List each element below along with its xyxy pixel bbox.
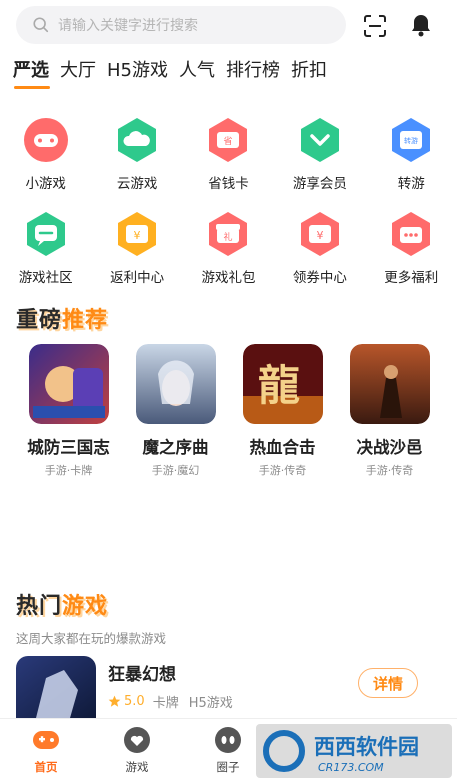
shortcut-mini-game[interactable]: 小游戏	[0, 116, 91, 210]
game-tags: 手游·卡牌	[44, 464, 93, 477]
game-tags: 手游·魔幻	[151, 464, 200, 477]
search-icon	[33, 17, 49, 33]
game-cover-image	[135, 344, 216, 424]
home-gamepad-icon	[33, 731, 59, 749]
shortcut-label: 游戏礼包	[201, 270, 256, 286]
game-heart-icon	[124, 727, 150, 753]
game-name: 热血合击	[249, 438, 316, 457]
tab-ranking[interactable]: 排行榜	[226, 58, 280, 84]
nav-home[interactable]: 首页	[16, 725, 76, 775]
bell-icon[interactable]	[410, 13, 432, 37]
hot-game-meta: 5.0 卡牌 H5游戏	[108, 692, 243, 711]
hot-game-name: 狂暴幻想	[108, 665, 176, 685]
game-cover-image	[28, 344, 109, 424]
search-placeholder: 请输入关键字进行搜索	[58, 18, 198, 34]
shortcut-cloud-game[interactable]: 云游戏	[91, 116, 182, 210]
svg-text:CR173.COM: CR173.COM	[318, 761, 384, 774]
nav-games[interactable]: 游戏	[107, 725, 167, 775]
star-icon	[108, 695, 121, 707]
hot-game-item[interactable]: 狂暴幻想 5.0 卡牌 H5游戏 详情	[16, 656, 441, 718]
gamepad-icon	[23, 118, 68, 162]
shortcut-rebate[interactable]: ¥ 返利中心	[91, 210, 182, 304]
shortcut-gift[interactable]: 礼 游戏礼包	[183, 210, 274, 304]
svg-text:¥: ¥	[316, 229, 323, 242]
game-cover-image	[16, 656, 96, 718]
game-cover-image: 龍	[242, 344, 323, 424]
active-tab-indicator	[14, 86, 50, 89]
shortcut-community[interactable]: 游戏社区	[0, 210, 91, 304]
svg-text:¥: ¥	[134, 229, 141, 242]
coupon-icon: ¥	[300, 212, 339, 256]
game-tag: 卡牌	[152, 696, 179, 711]
game-cover-image	[349, 344, 430, 424]
game-card[interactable]: 魔之序曲 手游·魔幻	[122, 344, 229, 478]
featured-title: 重磅推荐	[16, 308, 109, 333]
svg-text:礼: 礼	[224, 231, 233, 243]
circle-icon	[215, 727, 241, 753]
shortcut-label: 小游戏	[25, 176, 66, 192]
rebate-icon: ¥	[118, 212, 157, 256]
tab-popular[interactable]: 人气	[179, 58, 215, 84]
svg-text:西西软件园: 西西软件园	[314, 735, 419, 759]
shortcut-label: 省钱卡	[208, 176, 249, 192]
tab-dating[interactable]: 大厅	[60, 58, 96, 84]
tab-yanxuan[interactable]: 严选	[13, 58, 49, 84]
shortcut-save-card[interactable]: 省 省钱卡	[183, 116, 274, 210]
scan-icon[interactable]	[363, 14, 387, 38]
gift-icon: 礼	[209, 212, 248, 256]
shortcut-member[interactable]: 游享会员	[274, 116, 365, 210]
game-card[interactable]: 城防三国志 手游·卡牌	[15, 344, 122, 478]
svg-text:省: 省	[224, 135, 233, 147]
game-name: 决战沙邑	[356, 438, 423, 457]
shortcut-label: 云游戏	[116, 176, 158, 192]
category-tabs: 严选 大厅 H5游戏 人气 排行榜 折扣	[13, 58, 338, 84]
game-tag: H5游戏	[188, 696, 233, 711]
shortcut-grid: 小游戏 云游戏 省 省钱卡 游享会员 转游 转游 游戏社区 ¥ 返利中心 礼 游…	[0, 116, 457, 304]
nav-circle[interactable]: 圈子	[198, 725, 258, 775]
shortcut-label: 转游	[397, 176, 425, 192]
shortcut-label: 领券中心	[292, 270, 347, 286]
member-icon	[300, 118, 339, 162]
more-welfare-icon	[392, 212, 431, 256]
tab-discount[interactable]: 折扣	[291, 58, 327, 84]
detail-button[interactable]: 详情	[358, 668, 418, 698]
featured-games: 城防三国志 手游·卡牌 魔之序曲 手游·魔幻 龍 热血合击 手游·传奇 决战沙邑…	[0, 344, 457, 478]
shortcut-more-welfare[interactable]: 更多福利	[366, 210, 457, 304]
game-name: 城防三国志	[27, 438, 110, 457]
transfer-icon: 转游	[392, 118, 431, 162]
shortcut-label: 游戏社区	[18, 270, 73, 286]
shortcut-label: 更多福利	[384, 270, 439, 286]
save-card-icon: 省	[209, 118, 248, 162]
game-name: 魔之序曲	[142, 438, 209, 457]
shortcut-label: 游享会员	[292, 176, 347, 192]
game-card[interactable]: 决战沙邑 手游·传奇	[336, 344, 443, 478]
shortcut-label: 返利中心	[110, 270, 165, 286]
tab-h5-games[interactable]: H5游戏	[107, 58, 168, 84]
svg-text:龍: 龍	[257, 361, 299, 410]
search-bar[interactable]: 请输入关键字进行搜索	[16, 6, 346, 44]
hot-subtitle: 这周大家都在玩的爆款游戏	[16, 631, 167, 646]
shortcut-transfer[interactable]: 转游 转游	[366, 116, 457, 210]
game-card[interactable]: 龍 热血合击 手游·传奇	[229, 344, 336, 478]
hot-title: 热门游戏	[16, 594, 109, 619]
rating-value: 5.0	[124, 694, 145, 709]
svg-text:转游: 转游	[404, 136, 418, 145]
shortcut-coupon[interactable]: ¥ 领券中心	[274, 210, 365, 304]
game-tags: 手游·传奇	[258, 464, 307, 477]
community-icon	[26, 212, 65, 256]
site-watermark-logo: 西西软件园 CR173.COM	[256, 724, 452, 778]
cloud-game-icon	[118, 118, 157, 162]
game-tags: 手游·传奇	[365, 464, 414, 477]
